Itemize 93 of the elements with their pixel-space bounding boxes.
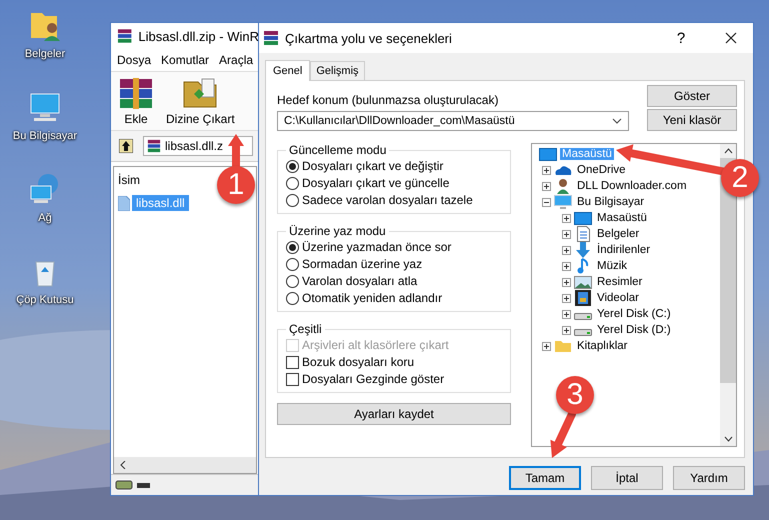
radio-button[interactable] [286, 194, 299, 206]
desktop-icon-label[interactable]: Belgeler [24, 48, 66, 60]
window-title: Libsasl.dll.zip - WinR [138, 28, 259, 44]
expander-icon[interactable] [542, 198, 551, 206]
tree-item[interactable]: Kitaplıklar [575, 340, 630, 352]
film-icon [575, 290, 591, 306]
chevron-down-icon [612, 118, 622, 124]
field-label: Hedef konum (bulunmazsa oluşturulacak) [277, 93, 500, 107]
expander-icon[interactable] [562, 230, 571, 238]
dialog-title: Çıkartma yolu ve seçenekleri [285, 30, 453, 46]
toolbar-button[interactable]: Ekle [115, 74, 157, 128]
arrow [226, 132, 246, 168]
chevron-left-icon [119, 461, 127, 469]
expander-icon[interactable] [562, 262, 571, 270]
file-icon [118, 196, 130, 210]
download-icon [576, 242, 590, 258]
radio-button[interactable] [286, 176, 299, 190]
folder-extract-icon [182, 76, 218, 110]
expander-icon[interactable] [562, 214, 571, 222]
folder-icon [554, 339, 572, 353]
option-label[interactable]: Dosyaları çıkart ve değiştir [302, 159, 444, 173]
option-label[interactable]: Varolan dosyaları atla [302, 274, 418, 288]
option-label[interactable]: Dosyaları çıkart ve güncelle [302, 176, 450, 190]
tree-item[interactable]: İndirilenler [595, 244, 652, 256]
expander-icon[interactable] [562, 278, 571, 286]
radio-button[interactable] [286, 258, 299, 270]
tree-item[interactable]: Bu Bilgisayar [575, 196, 646, 208]
tree-item[interactable]: Müzik [595, 260, 630, 272]
expander-icon[interactable] [542, 166, 551, 174]
path-field[interactable]: libsasl.dll.z [143, 136, 253, 156]
up-arrow-icon [119, 139, 133, 153]
dialog-button[interactable]: Tamam [509, 466, 581, 490]
tree-item[interactable]: DLL Downloader.com [575, 180, 689, 192]
option-label[interactable]: Bozuk dosyaları koru [302, 355, 414, 369]
radio-button[interactable] [286, 240, 299, 254]
tree-item[interactable]: Resimler [595, 276, 644, 288]
expander-icon[interactable] [562, 326, 571, 334]
landscape-image-icon [574, 276, 592, 288]
user-icon [556, 178, 570, 194]
drive-key-icon [115, 479, 151, 491]
tree-item[interactable]: OneDrive [575, 164, 628, 176]
archive-icon [117, 28, 132, 44]
desktop-icon [574, 212, 592, 224]
dialog-button[interactable]: İptal [591, 466, 663, 490]
dialog-button[interactable]: Yardım [673, 466, 745, 490]
up-folder-button[interactable] [117, 137, 135, 155]
tab[interactable]: Gelişmiş [310, 61, 365, 80]
chevron-up-icon [724, 148, 732, 154]
tree-item[interactable]: Belgeler [595, 228, 642, 240]
radio-button[interactable] [286, 274, 299, 288]
tree-item[interactable]: Yerel Disk (D:) [595, 324, 673, 336]
archive-icon [147, 139, 161, 153]
save-settings-button[interactable]: Ayarları kaydet [277, 403, 511, 425]
group-title: Güncelleme modu [288, 143, 388, 157]
checkbox[interactable] [286, 356, 299, 368]
desktop-icon [539, 148, 557, 160]
document-icon [576, 226, 590, 242]
checkbox[interactable] [286, 372, 299, 386]
scrollbar[interactable] [114, 457, 256, 473]
option-label[interactable]: Sadece varolan dosyaları tazele [302, 193, 473, 207]
tab[interactable]: Genel [265, 60, 310, 81]
group-title: Üzerine yaz modu [288, 224, 387, 238]
expander-icon[interactable] [562, 310, 571, 318]
option-label[interactable]: Üzerine yazmadan önce sor [302, 240, 452, 254]
tree-item[interactable]: Videolar [595, 292, 641, 304]
tree-item[interactable]: Masaüstü [595, 212, 649, 224]
option-label[interactable]: Dosyaları Gezginde göster [302, 372, 444, 386]
menu-item[interactable]: Komutlar [161, 53, 210, 67]
option-label[interactable]: Sormadan üzerine yaz [302, 257, 422, 271]
menu-item[interactable]: Dosya [117, 53, 152, 67]
cloud-icon [554, 164, 572, 176]
expander-icon[interactable] [542, 182, 551, 190]
archive-books-icon [118, 76, 154, 110]
help-button[interactable]: ? [659, 23, 703, 53]
group-title: Çeşitli [288, 322, 323, 336]
dialog-button[interactable]: Yeni klasör [647, 109, 737, 131]
close-icon [725, 32, 737, 44]
dialog-button[interactable]: Göster [647, 85, 737, 107]
option-label[interactable]: Otomatik yeniden adlandır [302, 291, 442, 305]
column-header[interactable]: İsim [118, 173, 140, 187]
archive-icon [263, 30, 279, 46]
menu-item[interactable]: Araçla [219, 53, 254, 67]
monitor-icon [554, 194, 572, 210]
expander-icon[interactable] [542, 342, 551, 350]
toolbar-button[interactable]: Dizine Çıkart [163, 74, 238, 128]
tree-item[interactable]: Yerel Disk (C:) [595, 308, 673, 320]
music-note-icon [577, 258, 589, 274]
expander-icon[interactable] [562, 294, 571, 302]
radio-button[interactable] [286, 292, 299, 304]
destination-field[interactable]: C:\Kullanıcılar\DllDownloader_com\Masaüstü [277, 111, 629, 131]
chevron-down-icon [724, 436, 732, 442]
radio-button[interactable] [286, 160, 299, 172]
expander-icon[interactable] [562, 246, 571, 254]
